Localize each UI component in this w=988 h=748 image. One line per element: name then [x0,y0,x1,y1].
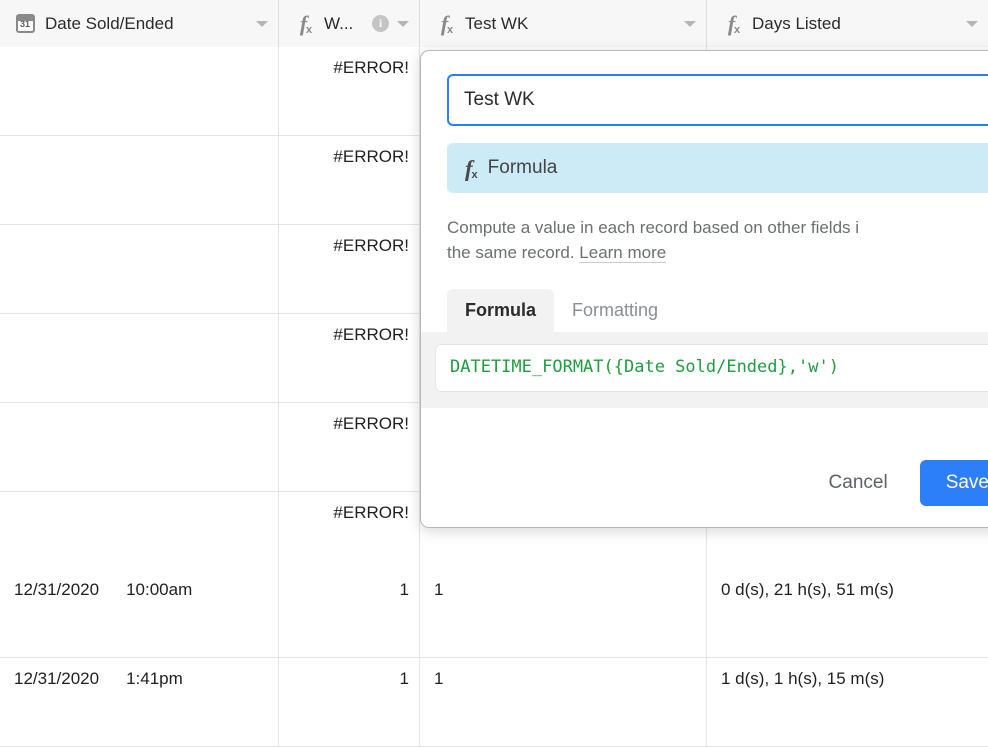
cell-w[interactable]: #ERROR! [279,136,420,224]
tab-formula[interactable]: Formula [447,289,555,332]
field-name-input[interactable] [447,74,988,126]
column-header-test-wk[interactable]: fx Test WK [420,0,707,47]
cell-date-sold-ended[interactable]: 12/31/2020 1:41pm [0,658,279,746]
cell-time-value: 1:41pm [126,669,183,688]
cell-w[interactable]: #ERROR! [279,492,420,580]
cell-w[interactable]: 1 [279,658,420,746]
table-row[interactable]: 12/31/2020 10:00am 1 1 0 d(s), 21 h(s), 5… [0,569,988,658]
cell-w[interactable]: #ERROR! [279,225,420,313]
cell-w[interactable]: #ERROR! [279,403,420,491]
tab-formatting[interactable]: Formatting [554,289,676,332]
column-header-label: Test WK [465,13,529,33]
column-header-label: Days Listed [752,13,841,33]
cell-time-value: 10:00am [126,580,193,599]
column-header-date-sold-ended[interactable]: 31 Date Sold/Ended [0,0,279,47]
column-header-days-listed[interactable]: fx Days Listed [707,0,988,47]
formula-fx-icon: fx [299,10,312,36]
field-type-label: Formula [487,157,558,178]
cancel-button[interactable]: Cancel [809,462,908,504]
chevron-down-icon[interactable] [684,20,696,27]
field-editor-footer: Cancel Save [421,439,988,527]
column-header-w[interactable]: fx W... i [279,0,420,47]
description-line-1: Compute a value in each record based on … [447,218,860,237]
calendar-icon: 31 [14,13,36,35]
formula-fx-icon: fx [465,155,478,181]
field-editor-content: fx Formula Compute a value in each recor… [421,51,988,332]
formula-editor-area: DATETIME_FORMAT({Date Sold/Ended},'w') [421,332,988,408]
cell-date-sold-ended[interactable] [0,225,279,313]
cell-date-sold-ended[interactable] [0,136,279,224]
cell-date-sold-ended[interactable] [0,403,279,491]
chevron-down-icon[interactable] [966,20,978,27]
cell-date-sold-ended[interactable]: 12/31/2020 10:00am [0,569,279,657]
field-type-select[interactable]: fx Formula [447,143,988,193]
cell-date-sold-ended[interactable] [0,47,279,135]
cell-date-sold-ended[interactable] [0,492,279,580]
calendar-icon-day: 31 [19,19,30,29]
table-row[interactable]: 12/31/2020 1:41pm 1 1 1 d(s), 1 h(s), 15 … [0,658,988,747]
field-type-description: Compute a value in each record based on … [447,215,988,265]
cell-date-sold-ended[interactable] [0,314,279,402]
cell-w[interactable]: #ERROR! [279,47,420,135]
info-icon[interactable]: i [372,15,389,32]
grid-header-row: 31 Date Sold/Ended fx W... i fx Test WK [0,0,988,47]
cell-days-listed[interactable]: 1 d(s), 1 h(s), 15 m(s) [707,658,988,746]
field-editor-tabs: Formula Formatting [447,289,988,332]
airtable-grid-screen: 31 Date Sold/Ended fx W... i fx Test WK [0,0,988,748]
column-header-label: Date Sold/Ended [45,13,174,33]
learn-more-link[interactable]: Learn more [579,243,667,263]
cell-w[interactable]: #ERROR! [279,314,420,402]
formula-fx-icon: fx [727,10,740,36]
column-header-label: W... [324,13,354,33]
cell-test-wk[interactable]: 1 [420,569,707,657]
cell-days-listed[interactable]: 0 d(s), 21 h(s), 51 m(s) [707,569,988,657]
formula-input[interactable]: DATETIME_FORMAT({Date Sold/Ended},'w') [435,344,988,392]
cell-date-value: 12/31/2020 [14,669,100,688]
save-button[interactable]: Save [919,460,988,506]
description-line-2: the same record. [447,243,580,262]
chevron-down-icon[interactable] [397,20,409,27]
chevron-down-icon[interactable] [256,20,268,27]
field-editor-panel: fx Formula Compute a value in each recor… [420,50,988,528]
cell-date-value: 12/31/2020 [14,580,100,599]
cell-w[interactable]: 1 [279,569,420,657]
cell-test-wk[interactable]: 1 [420,658,707,746]
formula-fx-icon: fx [440,10,453,36]
